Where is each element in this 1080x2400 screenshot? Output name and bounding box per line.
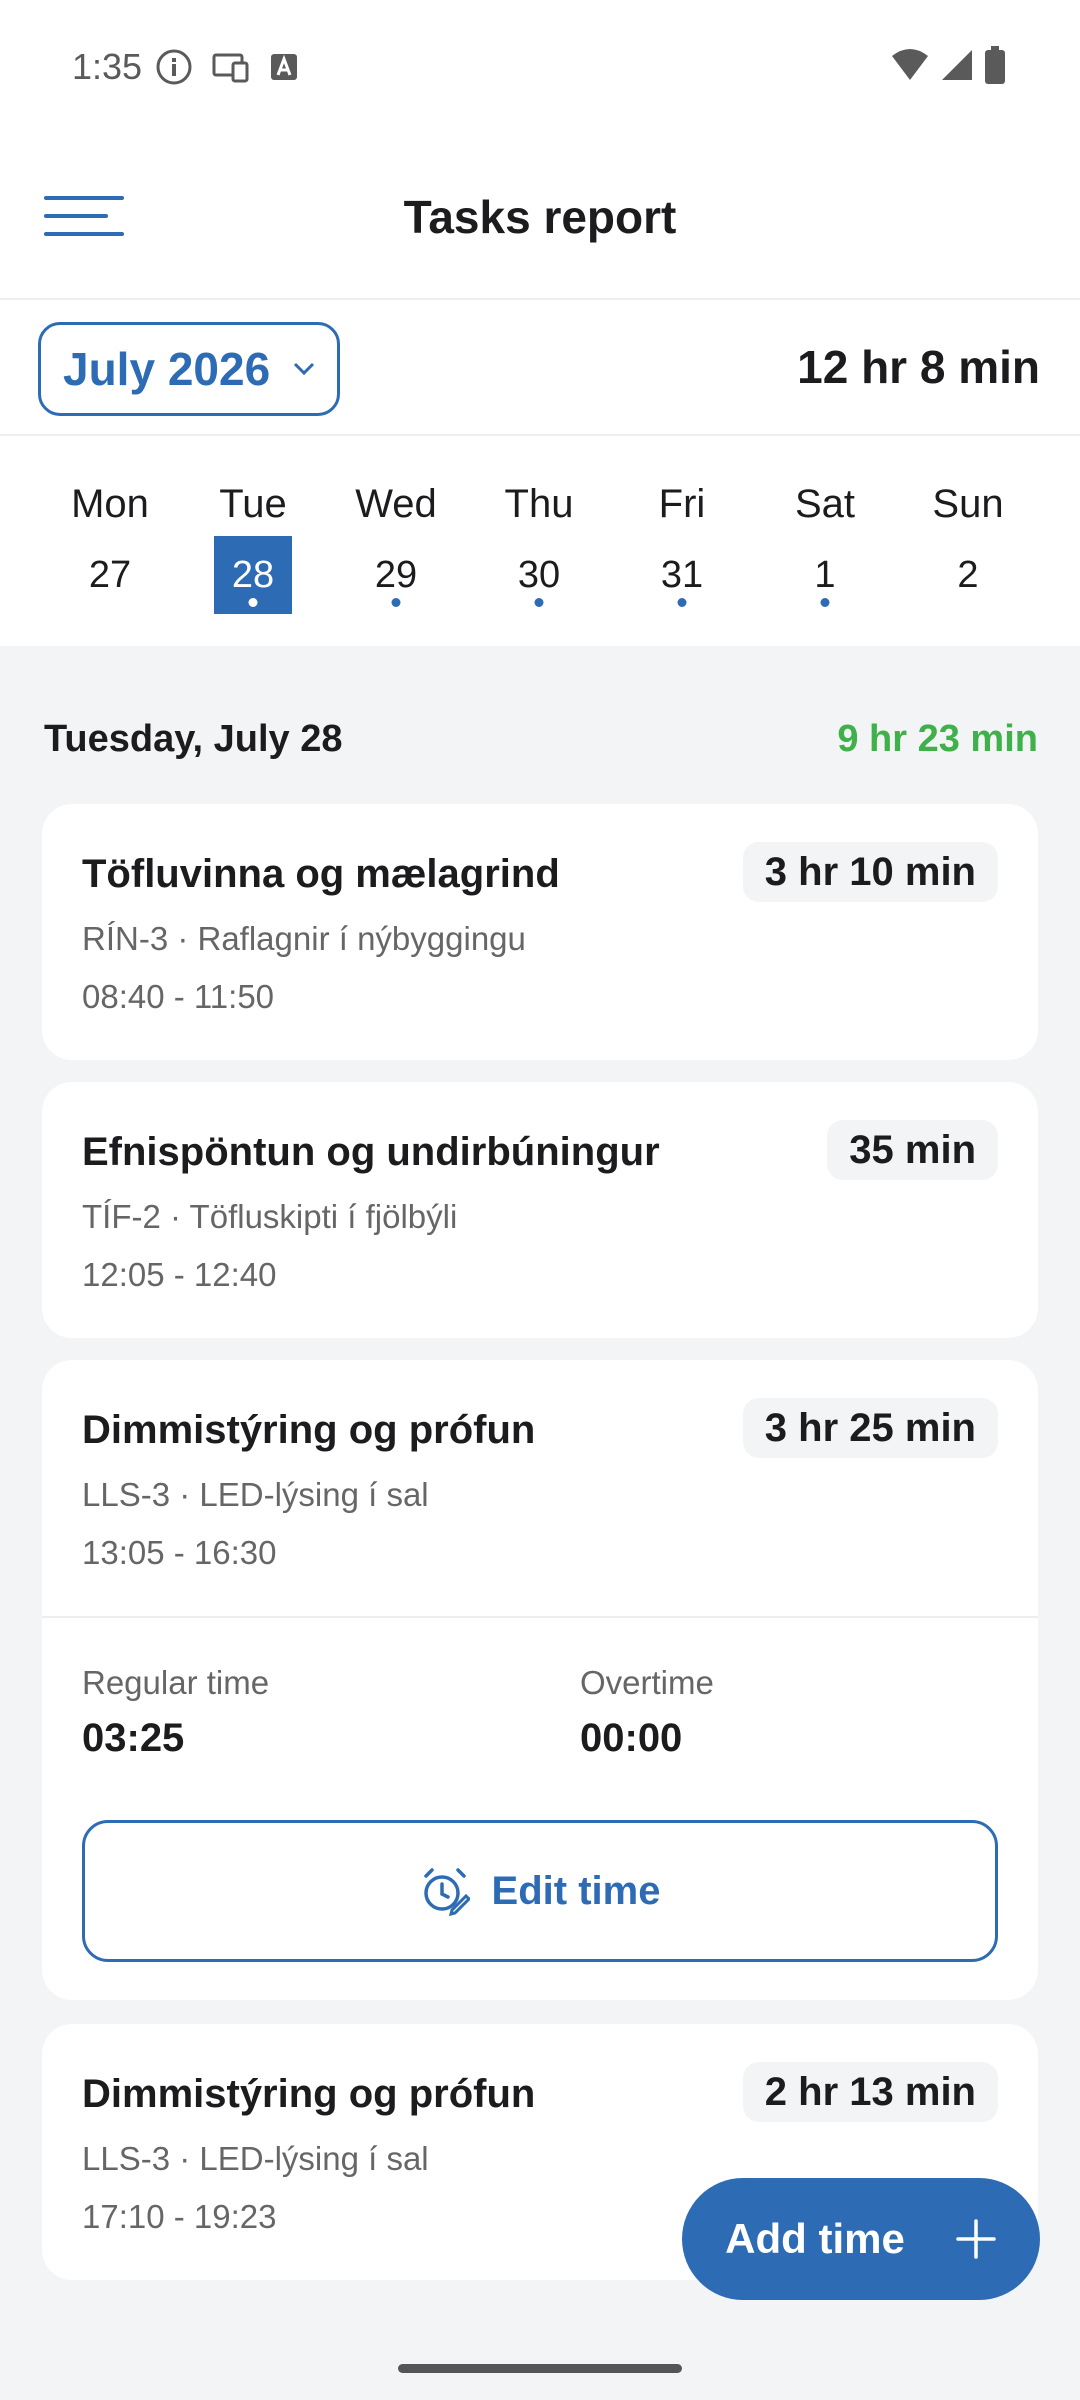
task-time-range: 08:40 - 11:50 xyxy=(82,978,275,1015)
entry-dot xyxy=(534,598,544,607)
regular-time-label: Regular time xyxy=(82,1664,270,1701)
day-name: Tue xyxy=(219,482,287,526)
app-bar: Tasks report xyxy=(0,132,1080,300)
task-title: Töfluvinna og mælagrind xyxy=(82,852,560,896)
status-time: 1:35 xyxy=(72,46,143,87)
day-thu[interactable]: Thu 30 xyxy=(479,436,599,646)
day-name: Wed xyxy=(355,482,437,526)
day-sun[interactable]: Sun 2 xyxy=(908,436,1028,646)
edit-time-button[interactable]: Edit time xyxy=(82,1820,998,1962)
task-title: Dimmistýring og prófun xyxy=(82,1408,536,1452)
entry-dot xyxy=(248,598,258,607)
day-wed[interactable]: Wed 29 xyxy=(336,436,456,646)
day-name: Mon xyxy=(71,482,149,526)
month-label: July 2026 xyxy=(63,343,271,395)
day-name: Fri xyxy=(658,482,706,526)
day-number: 2 xyxy=(957,553,979,596)
duration-badge: 35 min xyxy=(827,1120,998,1180)
day-total: 9 hr 23 min xyxy=(837,718,1038,760)
signal-icon xyxy=(942,50,972,80)
day-fri[interactable]: Fri 31 xyxy=(622,436,742,646)
task-project: TÍF-2 · Töfluskipti í fjölbýli xyxy=(82,1198,458,1235)
task-project: LLS-3 · LED-lýsing í sal xyxy=(82,1476,429,1513)
battery-icon xyxy=(985,46,1005,84)
entry-dot xyxy=(677,598,687,607)
task-time-range: 13:05 - 16:30 xyxy=(82,1534,277,1571)
keyboard-a-icon xyxy=(271,54,297,80)
alarm-edit-icon xyxy=(423,1868,470,1916)
status-icons-left xyxy=(155,48,299,86)
month-selector[interactable]: July 2026 xyxy=(38,322,340,416)
task-project: LLS-3 · LED-lýsing í sal xyxy=(82,2140,429,2177)
page-title: Tasks report xyxy=(403,191,677,243)
add-time-label: Add time xyxy=(725,2215,905,2262)
task-project: RÍN-3 · Raflagnir í nýbyggingu xyxy=(82,920,526,957)
entry-dot xyxy=(820,598,830,607)
edit-time-label: Edit time xyxy=(491,1868,661,1913)
day-name: Sun xyxy=(932,482,1004,526)
task-title: Dimmistýring og prófun xyxy=(82,2072,536,2116)
month-total: 12 hr 8 min xyxy=(797,341,1040,393)
day-tue[interactable]: Tue 28 xyxy=(193,436,313,646)
day-name: Thu xyxy=(504,482,574,526)
task-card[interactable]: Töfluvinna og mælagrind 3 hr 10 min RÍN-… xyxy=(42,804,1038,1060)
info-icon xyxy=(156,49,192,85)
day-name: Sat xyxy=(794,482,856,526)
divider xyxy=(42,1616,1038,1618)
wifi-icon xyxy=(892,49,928,80)
month-row: July 2026 12 hr 8 min xyxy=(0,300,1080,436)
overtime-label: Overtime xyxy=(580,1664,714,1701)
cast-icon xyxy=(212,53,249,83)
day-number: 27 xyxy=(88,553,132,596)
task-title: Efnispöntun og undirbúningur xyxy=(82,1130,660,1174)
week-strip: Mon 27 Tue 28 Wed 29 Thu 30 Fri 31 Sat 1… xyxy=(0,436,1080,646)
duration-badge: 2 hr 13 min xyxy=(742,2062,998,2122)
task-card-expanded[interactable]: Dimmistýring og prófun 3 hr 25 min LLS-3… xyxy=(42,1360,1038,2000)
day-title: Tuesday, July 28 xyxy=(44,718,343,760)
day-sat[interactable]: Sat 1 xyxy=(765,436,885,646)
task-card[interactable]: Efnispöntun og undirbúningur 35 min TÍF-… xyxy=(42,1082,1038,1338)
regular-time-value: 03:25 xyxy=(82,1716,185,1760)
duration-badge: 3 hr 10 min xyxy=(742,842,998,902)
status-icons-right xyxy=(890,46,1006,84)
chevron-down-icon xyxy=(293,362,315,376)
plus-icon xyxy=(956,2219,996,2259)
gesture-nav-handle[interactable] xyxy=(398,2364,682,2373)
task-time-range: 12:05 - 12:40 xyxy=(82,1256,277,1293)
duration-badge: 3 hr 25 min xyxy=(742,1398,998,1458)
task-time-range: 17:10 - 19:23 xyxy=(82,2198,277,2235)
add-time-button[interactable]: Add time xyxy=(682,2178,1040,2300)
status-bar: 1:35 xyxy=(0,0,1080,132)
day-mon[interactable]: Mon 27 xyxy=(50,436,170,646)
overtime-value: 00:00 xyxy=(580,1716,683,1760)
entry-dot xyxy=(391,598,401,607)
